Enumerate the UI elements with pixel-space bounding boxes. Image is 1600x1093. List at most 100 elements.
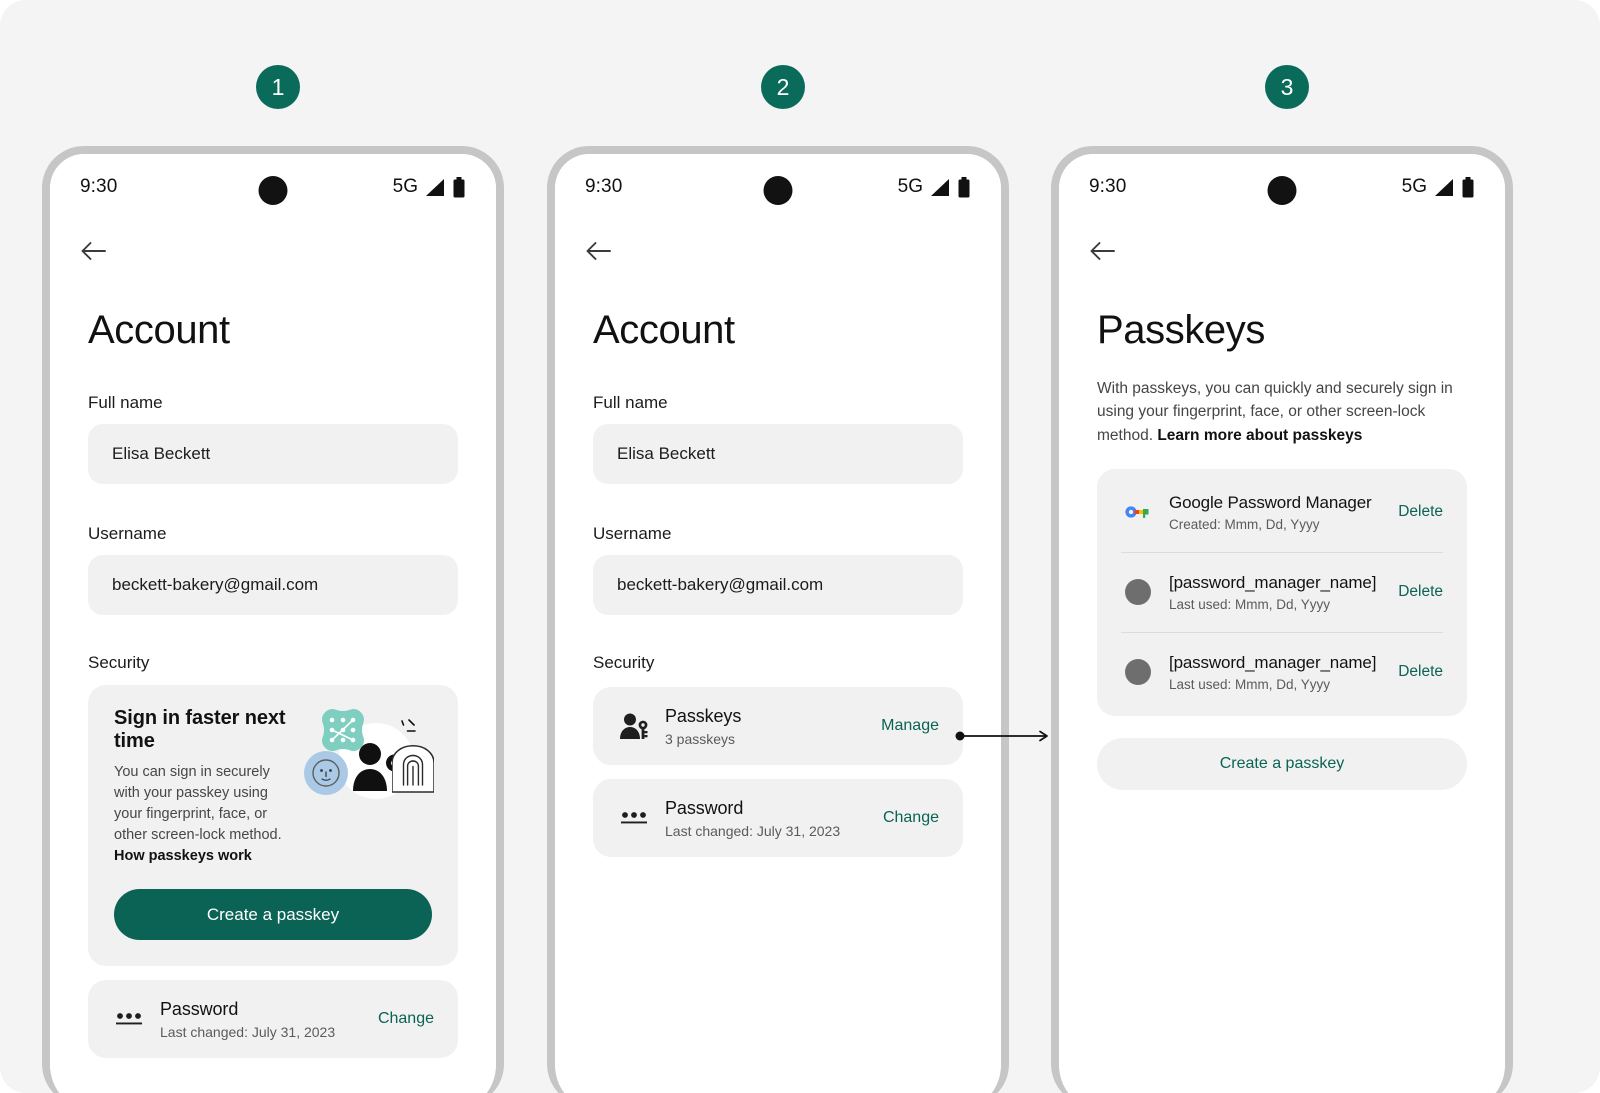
back-button[interactable]	[581, 234, 615, 268]
phone-mockup-3: 9:30 5G Passkeys With passkeys, you can …	[1051, 146, 1513, 1093]
passkey-delete-link[interactable]: Delete	[1398, 503, 1443, 521]
app-bar	[555, 220, 1001, 282]
status-indicators: 5G	[1402, 176, 1475, 198]
passkey-entry-text: [password_manager_name] Last used: Mmm, …	[1169, 653, 1388, 692]
back-button[interactable]	[1085, 234, 1119, 268]
front-camera-punch-hole-icon	[763, 176, 793, 205]
phone3-content: Passkeys With passkeys, you can quickly …	[1059, 308, 1505, 790]
status-bar: 9:30 5G	[1059, 154, 1505, 220]
infographic-page: 1 2 3 9:30 5G Account Full name Elisa Be…	[0, 0, 1600, 1093]
passkey-entry-text: Google Password Manager Created: Mmm, Dd…	[1169, 493, 1388, 532]
generic-provider-dot-icon	[1121, 659, 1155, 686]
username-input[interactable]: beckett-bakery@gmail.com	[88, 555, 458, 615]
battery-full-icon	[958, 176, 970, 197]
passkey-entry-text: [password_manager_name] Last used: Mmm, …	[1169, 573, 1388, 612]
passkeys-row-title: Passkeys	[665, 705, 742, 726]
person-key-glyph	[620, 713, 648, 739]
passkey-delete-link[interactable]: Delete	[1398, 583, 1443, 601]
fingerprint-icon	[392, 745, 434, 793]
passkeys-description: With passkeys, you can quickly and secur…	[1097, 377, 1467, 447]
status-bar: 9:30 5G	[555, 154, 1001, 220]
face-glyph	[312, 759, 340, 787]
passkeys-row-text: Passkeys 3 passkeys	[665, 706, 869, 747]
password-change-link[interactable]: Change	[378, 1010, 434, 1028]
passkeys-manage-link[interactable]: Manage	[881, 717, 939, 735]
password-row[interactable]: Password Last changed: July 31, 2023 Cha…	[593, 779, 963, 857]
provider-placeholder-dot	[1125, 579, 1151, 606]
status-indicators: 5G	[898, 176, 971, 198]
arrow-back-icon	[586, 242, 611, 260]
list-item[interactable]: [password_manager_name] Last used: Mmm, …	[1121, 631, 1443, 712]
step-number: 2	[776, 73, 790, 100]
back-button[interactable]	[76, 234, 110, 268]
status-time: 9:30	[80, 176, 118, 197]
front-camera-punch-hole-icon	[258, 176, 288, 205]
person-key-icon	[617, 712, 651, 740]
promo-title: Sign in faster next time	[114, 707, 286, 752]
network-label: 5G	[1401, 176, 1427, 197]
phone1-screen: 9:30 5G Account Full name Elisa Beckett …	[50, 154, 496, 1093]
phone2-screen: 9:30 5G Account Full name Elisa Beckett …	[555, 154, 1001, 1093]
phone-mockup-1: 9:30 5G Account Full name Elisa Beckett …	[42, 146, 504, 1093]
page-title: Account	[88, 308, 230, 352]
password-row[interactable]: Password Last changed: July 31, 2023 Cha…	[88, 980, 458, 1059]
full-name-label: Full name	[593, 393, 668, 412]
password-change-link[interactable]: Change	[883, 809, 939, 827]
app-bar	[1059, 220, 1505, 282]
passkey-meta: Last used: Mmm, Dd, Yyyy	[1169, 676, 1331, 692]
phone2-content: Account Full name Elisa Beckett Username…	[555, 308, 1001, 857]
face-unlock-icon	[304, 751, 348, 795]
how-passkeys-work-link[interactable]: How passkeys work	[114, 848, 252, 864]
phone3-screen: 9:30 5G Passkeys With passkeys, you can …	[1059, 154, 1505, 1093]
google-password-manager-key-icon	[1121, 505, 1155, 519]
password-dots-glyph	[621, 812, 647, 824]
full-name-input[interactable]: Elisa Beckett	[88, 424, 458, 484]
password-row-subtitle: Last changed: July 31, 2023	[665, 822, 841, 839]
battery-full-icon	[453, 176, 465, 197]
username-input[interactable]: beckett-bakery@gmail.com	[593, 555, 963, 615]
signal-bars-icon	[1435, 178, 1453, 196]
full-name-input[interactable]: Elisa Beckett	[593, 424, 963, 484]
create-passkey-button[interactable]: Create a passkey	[114, 889, 432, 941]
password-dots-icon	[617, 808, 651, 828]
gpm-key-glyph	[1125, 506, 1149, 519]
status-time: 9:30	[585, 176, 623, 197]
full-name-label: Full name	[88, 393, 163, 412]
signal-bars-icon	[426, 178, 444, 196]
provider-placeholder-dot	[1125, 659, 1151, 686]
security-section-label: Security	[593, 653, 655, 672]
password-row-text: Password Last changed: July 31, 2023	[160, 999, 366, 1040]
passkey-provider-name: [password_manager_name]	[1169, 572, 1377, 592]
promo-top: Sign in faster next time You can sign in…	[114, 707, 434, 867]
passkey-meta: Created: Mmm, Dd, Yyyy	[1169, 516, 1320, 532]
password-row-subtitle: Last changed: July 31, 2023	[160, 1023, 336, 1040]
username-label: Username	[88, 524, 167, 543]
app-bar	[50, 220, 496, 282]
network-label: 5G	[392, 176, 418, 197]
passkey-illustration	[304, 709, 434, 805]
arrow-back-icon	[1090, 242, 1115, 260]
passkeys-row[interactable]: Passkeys 3 passkeys Manage	[593, 687, 963, 765]
security-section-label: Security	[88, 653, 150, 672]
passkey-delete-link[interactable]: Delete	[1398, 663, 1443, 681]
list-item[interactable]: Google Password Manager Created: Mmm, Dd…	[1121, 473, 1443, 552]
signal-bars-icon	[931, 178, 949, 196]
passkeys-list-card: Google Password Manager Created: Mmm, Dd…	[1097, 468, 1467, 716]
password-row-text: Password Last changed: July 31, 2023	[665, 798, 871, 839]
learn-more-link[interactable]: Learn more about passkeys	[1157, 427, 1362, 444]
status-bar: 9:30 5G	[50, 154, 496, 220]
generic-provider-dot-icon	[1121, 579, 1155, 606]
passkey-promo-card: Sign in faster next time You can sign in…	[88, 685, 458, 967]
create-passkey-button[interactable]: Create a passkey	[1097, 737, 1467, 790]
username-label: Username	[593, 524, 672, 543]
password-dots-glyph	[116, 1013, 142, 1025]
list-item[interactable]: [password_manager_name] Last used: Mmm, …	[1121, 551, 1443, 632]
battery-full-icon	[1462, 176, 1474, 197]
front-camera-punch-hole-icon	[1267, 176, 1297, 205]
phone1-content: Account Full name Elisa Beckett Username…	[50, 308, 496, 1059]
password-row-title: Password	[665, 797, 744, 818]
page-title: Account	[593, 308, 735, 352]
sparkle-icon	[401, 719, 416, 732]
phone-mockup-2: 9:30 5G Account Full name Elisa Beckett …	[547, 146, 1009, 1093]
password-row-title: Password	[160, 998, 239, 1019]
